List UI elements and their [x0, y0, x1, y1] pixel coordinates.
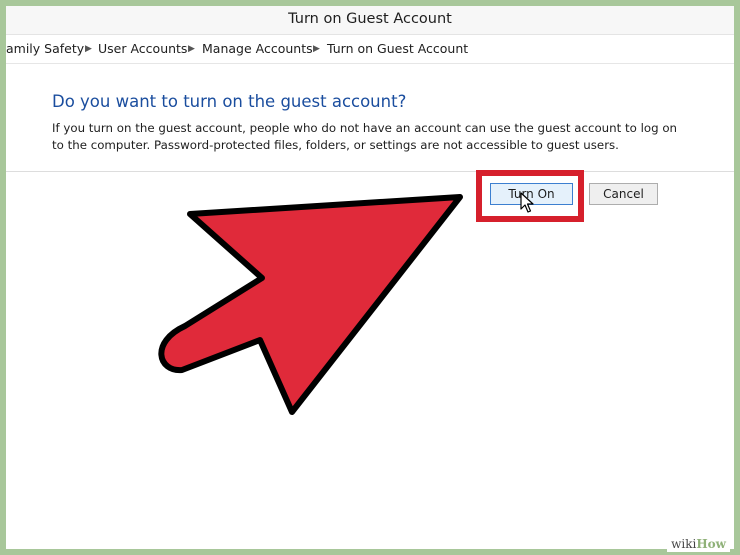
wikihow-watermark: wikiHow	[667, 536, 730, 552]
pointer-arrow-icon	[158, 194, 463, 415]
